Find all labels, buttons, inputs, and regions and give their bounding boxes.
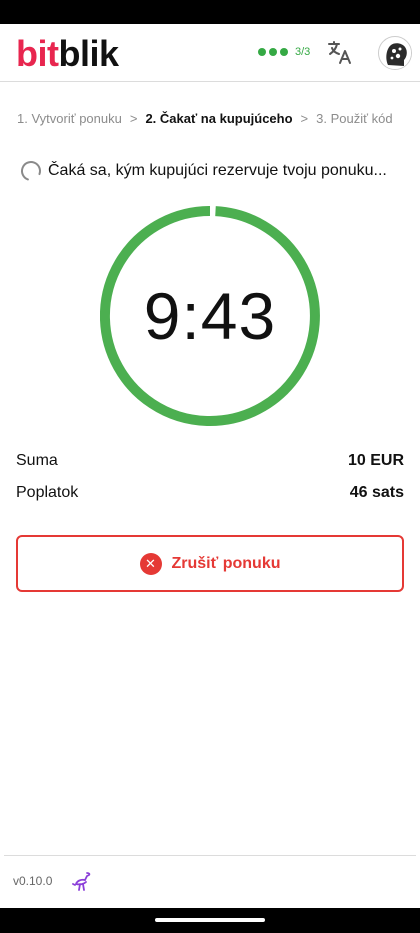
app-logo: bitblik — [16, 34, 119, 74]
connection-dot-icon — [258, 48, 266, 56]
step-create-offer: 1. Vytvoriť ponuku — [17, 111, 122, 126]
step-separator: > — [300, 111, 309, 126]
fee-value: 46 sats — [349, 484, 404, 501]
app-footer: v0.10.0 — [4, 855, 416, 908]
loading-spinner-icon — [21, 161, 41, 181]
amount-value: 10 EUR — [347, 452, 404, 469]
translate-icon — [328, 41, 351, 64]
step-separator: > — [129, 111, 138, 126]
cancel-offer-label: Zrušiť ponuku — [171, 554, 281, 572]
cancel-offer-button[interactable]: ✕ Zrušiť ponuku — [16, 535, 404, 592]
fee-label: Poplatok — [16, 484, 79, 501]
nostr-ostrich-icon[interactable] — [72, 870, 94, 892]
relay-connection-status[interactable]: 3/3 — [258, 46, 310, 58]
waiting-status: Čaká sa, kým kupujúci rezervuje tvoju po… — [20, 160, 387, 182]
waiting-status-text: Čaká sa, kým kupujúci rezervuje tvoju po… — [48, 162, 387, 179]
app-version: v0.10.0 — [13, 874, 53, 888]
avatar-icon — [380, 38, 411, 69]
amount-row: Suma 10 EUR — [16, 452, 404, 470]
logo-part-bit: bit — [16, 33, 59, 74]
home-indicator[interactable] — [155, 918, 265, 922]
logo-part-blik: blik — [58, 33, 119, 74]
connection-dot-icon — [269, 48, 277, 56]
progress-stepper: 1. Vytvoriť ponuku > 2. Čakať na kupujúc… — [17, 111, 412, 126]
connection-dot-icon — [280, 48, 288, 56]
countdown-timer: 9:43 — [100, 206, 320, 426]
user-avatar[interactable] — [378, 36, 412, 70]
step-use-code: 3. Použiť kód — [316, 111, 393, 126]
status-bar — [0, 0, 420, 24]
countdown-value: 9:43 — [143, 279, 277, 353]
amount-label: Suma — [16, 452, 58, 469]
system-navigation-bar — [0, 908, 420, 933]
step-wait-for-buyer: 2. Čakať na kupujúceho — [145, 111, 293, 126]
fee-row: Poplatok 46 sats — [16, 484, 404, 502]
app-header: bitblik 3/3 — [0, 24, 420, 82]
language-button[interactable] — [326, 38, 354, 66]
close-circle-icon: ✕ — [139, 552, 162, 575]
connection-count: 3/3 — [295, 46, 311, 58]
